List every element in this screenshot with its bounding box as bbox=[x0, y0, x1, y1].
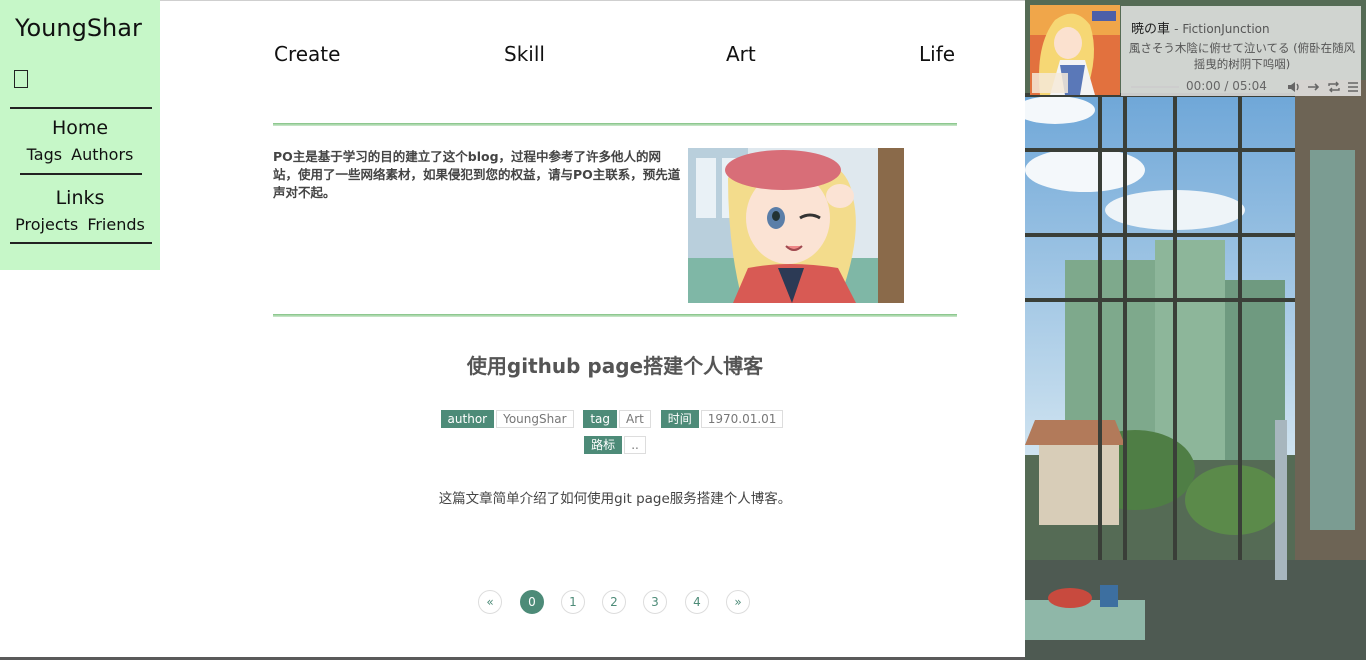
sidebar-item-friends[interactable]: Friends bbox=[87, 215, 145, 234]
background-illustration bbox=[1025, 0, 1366, 660]
pagination-next[interactable]: » bbox=[726, 590, 750, 614]
volume-icon[interactable] bbox=[1287, 80, 1301, 94]
nav-item-create[interactable]: Create bbox=[274, 42, 340, 66]
intro-notice: PO主是基于学习的目的建立了这个blog，过程中参考了许多他人的网站，使用了一些… bbox=[273, 149, 681, 200]
path-badge: 路标 bbox=[584, 436, 623, 454]
sidebar-item-tags[interactable]: Tags bbox=[27, 145, 62, 164]
path-value[interactable]: .. bbox=[624, 436, 646, 454]
pagination-page-1[interactable]: 1 bbox=[561, 590, 585, 614]
sidebar-links-subnav: Projects Friends bbox=[0, 215, 160, 234]
section-divider bbox=[273, 123, 957, 126]
sidebar-item-links[interactable]: Links bbox=[0, 187, 160, 209]
article-summary: 这篇文章简单介绍了如何使用git page服务搭建个人博客。 bbox=[438, 491, 792, 507]
sidebar-home-subnav: Tags Authors bbox=[0, 145, 160, 164]
sidebar-divider bbox=[20, 173, 142, 175]
order-icon[interactable] bbox=[1307, 80, 1321, 94]
nav-item-skill[interactable]: Skill bbox=[504, 42, 545, 66]
player-panel: 暁の車 - FictionJunction 風さそう木陰に俯せて泣いてる (俯卧… bbox=[1121, 6, 1361, 96]
missing-glyph-icon bbox=[14, 70, 28, 88]
sidebar-divider bbox=[10, 107, 152, 109]
lyric-line: 風さそう木陰に俯せて泣いてる (俯卧在随风摇曳的树阴下呜咽) bbox=[1128, 41, 1356, 71]
song-title: 暁の車 bbox=[1131, 22, 1171, 37]
pagination-prev[interactable]: « bbox=[478, 590, 502, 614]
pagination-page-2[interactable]: 2 bbox=[602, 590, 626, 614]
tag-value[interactable]: Art bbox=[619, 410, 651, 428]
site-brand[interactable]: YoungShar bbox=[15, 14, 142, 42]
article-title[interactable]: 使用github page搭建个人博客 bbox=[273, 350, 957, 379]
tag-badge: tag bbox=[583, 410, 618, 428]
music-player: 暁の車 - FictionJunction 風さそう木陰に俯せて泣いてる (俯卧… bbox=[1025, 0, 1361, 96]
nav-item-art[interactable]: Art bbox=[726, 42, 756, 66]
section-divider bbox=[273, 314, 957, 317]
play-time: 00:00 / 05:04 bbox=[1186, 79, 1267, 93]
pagination-page-3[interactable]: 3 bbox=[643, 590, 667, 614]
song-title-line: 暁の車 - FictionJunction bbox=[1131, 22, 1270, 37]
sidebar-item-home[interactable]: Home bbox=[0, 117, 160, 139]
sidebar: YoungShar Home Tags Authors Links Projec… bbox=[0, 0, 160, 270]
sidebar-item-projects[interactable]: Projects bbox=[15, 215, 78, 234]
sidebar-divider bbox=[10, 242, 152, 244]
time-value: 1970.01.01 bbox=[700, 410, 784, 428]
progress-bar[interactable] bbox=[1131, 86, 1179, 88]
article-meta-row: author YoungShar tag Art 时间 1970.01.01 bbox=[273, 410, 957, 428]
loop-icon[interactable] bbox=[1327, 80, 1341, 94]
article-meta-row-2: 路标.. bbox=[273, 436, 957, 454]
album-cover-image[interactable] bbox=[1030, 5, 1120, 95]
pagination-page-4[interactable]: 4 bbox=[685, 590, 709, 614]
time-badge: 时间 bbox=[660, 410, 699, 428]
author-badge: author bbox=[440, 410, 495, 428]
author-value[interactable]: YoungShar bbox=[496, 410, 574, 428]
pagination-page-0[interactable]: 0 bbox=[520, 590, 544, 614]
nav-item-life[interactable]: Life bbox=[919, 42, 955, 66]
sidebar-item-authors[interactable]: Authors bbox=[71, 145, 133, 164]
song-artist: FictionJunction bbox=[1182, 22, 1270, 36]
intro-anime-girl-image bbox=[688, 148, 904, 303]
menu-icon[interactable] bbox=[1346, 80, 1360, 94]
